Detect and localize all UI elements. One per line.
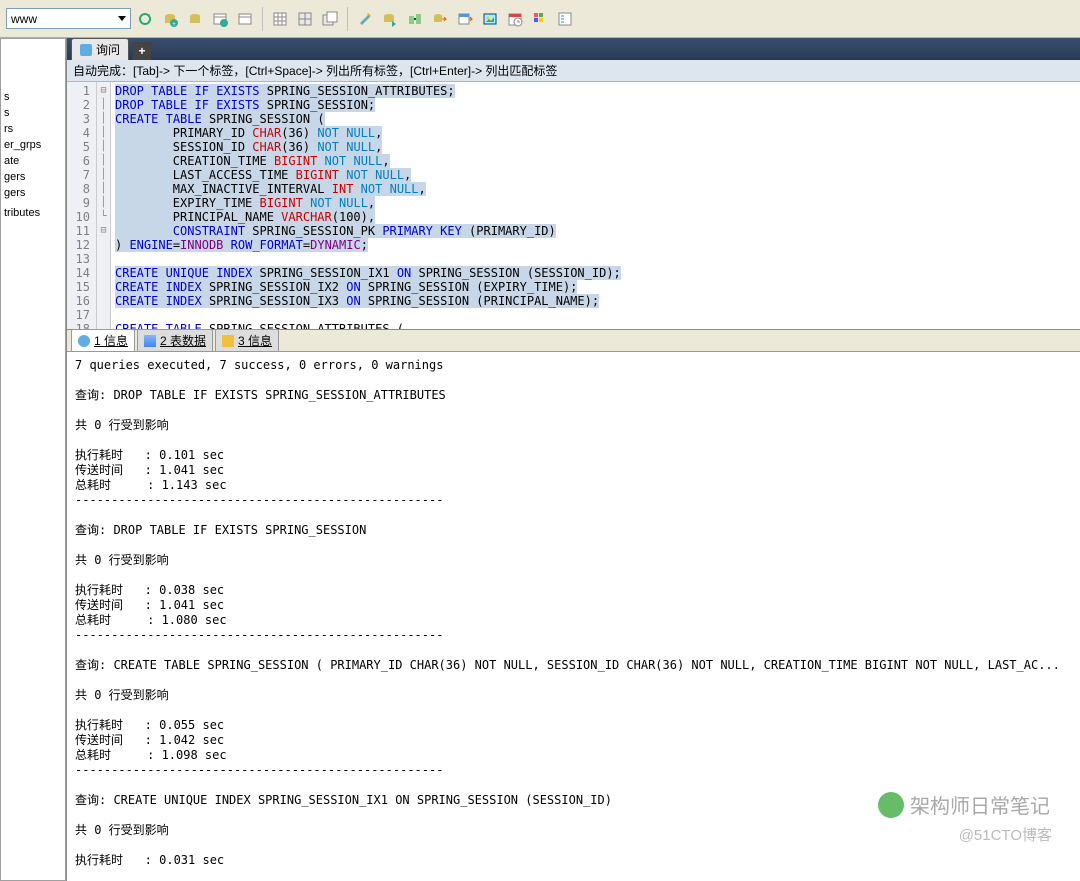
grid-icon — [144, 335, 156, 347]
database-combo[interactable]: www — [6, 8, 131, 29]
db-run-icon[interactable] — [379, 8, 401, 30]
table-new-icon[interactable] — [209, 8, 231, 30]
tab-info[interactable]: 1 信息 — [71, 329, 135, 351]
grid-icon[interactable] — [269, 8, 291, 30]
grid2-icon[interactable] — [294, 8, 316, 30]
svg-text:+: + — [172, 22, 176, 27]
compare-icon[interactable] — [404, 8, 426, 30]
fold-gutter: ⊟││││││││└ ⊟ — [97, 82, 111, 329]
image-icon[interactable] — [479, 8, 501, 30]
grid3-icon[interactable] — [319, 8, 341, 30]
sql-editor[interactable]: 123456789101112131415161718 ⊟││││││││└ ⊟… — [67, 82, 1080, 330]
tab-query[interactable]: 询问 — [71, 38, 129, 60]
query-icon — [80, 44, 92, 56]
editor-tabbar: 询问 + — [67, 38, 1080, 60]
form-icon[interactable] — [554, 8, 576, 30]
tree-item[interactable]: s — [1, 89, 65, 105]
info-icon — [78, 335, 90, 347]
tree-item[interactable]: s — [1, 105, 65, 121]
run-icon[interactable] — [354, 8, 376, 30]
tree-item[interactable]: ate — [1, 153, 65, 169]
main-toolbar: www + — [0, 0, 1080, 38]
tab-tabledata[interactable]: 2 表数据 — [137, 329, 213, 351]
chevron-down-icon — [118, 16, 126, 21]
tree-item[interactable]: tributes — [1, 205, 65, 221]
db-edit-icon[interactable] — [184, 8, 206, 30]
wechat-icon — [878, 792, 904, 818]
watermark-source: @51CTO博客 — [959, 824, 1052, 845]
palette-icon[interactable] — [529, 8, 551, 30]
warning-icon — [222, 335, 234, 347]
tree-item[interactable]: gers — [1, 169, 65, 185]
results-tabbar: 1 信息 2 表数据 3 信息 — [67, 330, 1080, 352]
autocomplete-hint: 自动完成：[Tab]-> 下一个标签，[Ctrl+Space]-> 列出所有标签… — [67, 60, 1080, 82]
tab-label: 询问 — [96, 41, 120, 58]
db-new-icon[interactable]: + — [159, 8, 181, 30]
tree-item[interactable]: gers — [1, 185, 65, 201]
separator — [262, 7, 263, 31]
separator — [347, 7, 348, 31]
object-tree[interactable]: s s rs er_grps ate gers gers tributes — [0, 38, 66, 881]
import-icon[interactable] — [454, 8, 476, 30]
tree-item[interactable]: rs — [1, 121, 65, 137]
table-edit-icon[interactable] — [234, 8, 256, 30]
watermark-author: 架构师日常笔记 — [878, 790, 1050, 819]
line-gutter: 123456789101112131415161718 — [67, 82, 97, 329]
combo-text: www — [11, 12, 37, 26]
tab-info2[interactable]: 3 信息 — [215, 329, 279, 351]
tab-add-button[interactable]: + — [133, 42, 151, 60]
refresh-icon[interactable] — [134, 8, 156, 30]
export-icon[interactable] — [429, 8, 451, 30]
code-area[interactable]: DROP TABLE IF EXISTS SPRING_SESSION_ATTR… — [111, 82, 1080, 329]
tree-item[interactable]: er_grps — [1, 137, 65, 153]
schedule-icon[interactable] — [504, 8, 526, 30]
